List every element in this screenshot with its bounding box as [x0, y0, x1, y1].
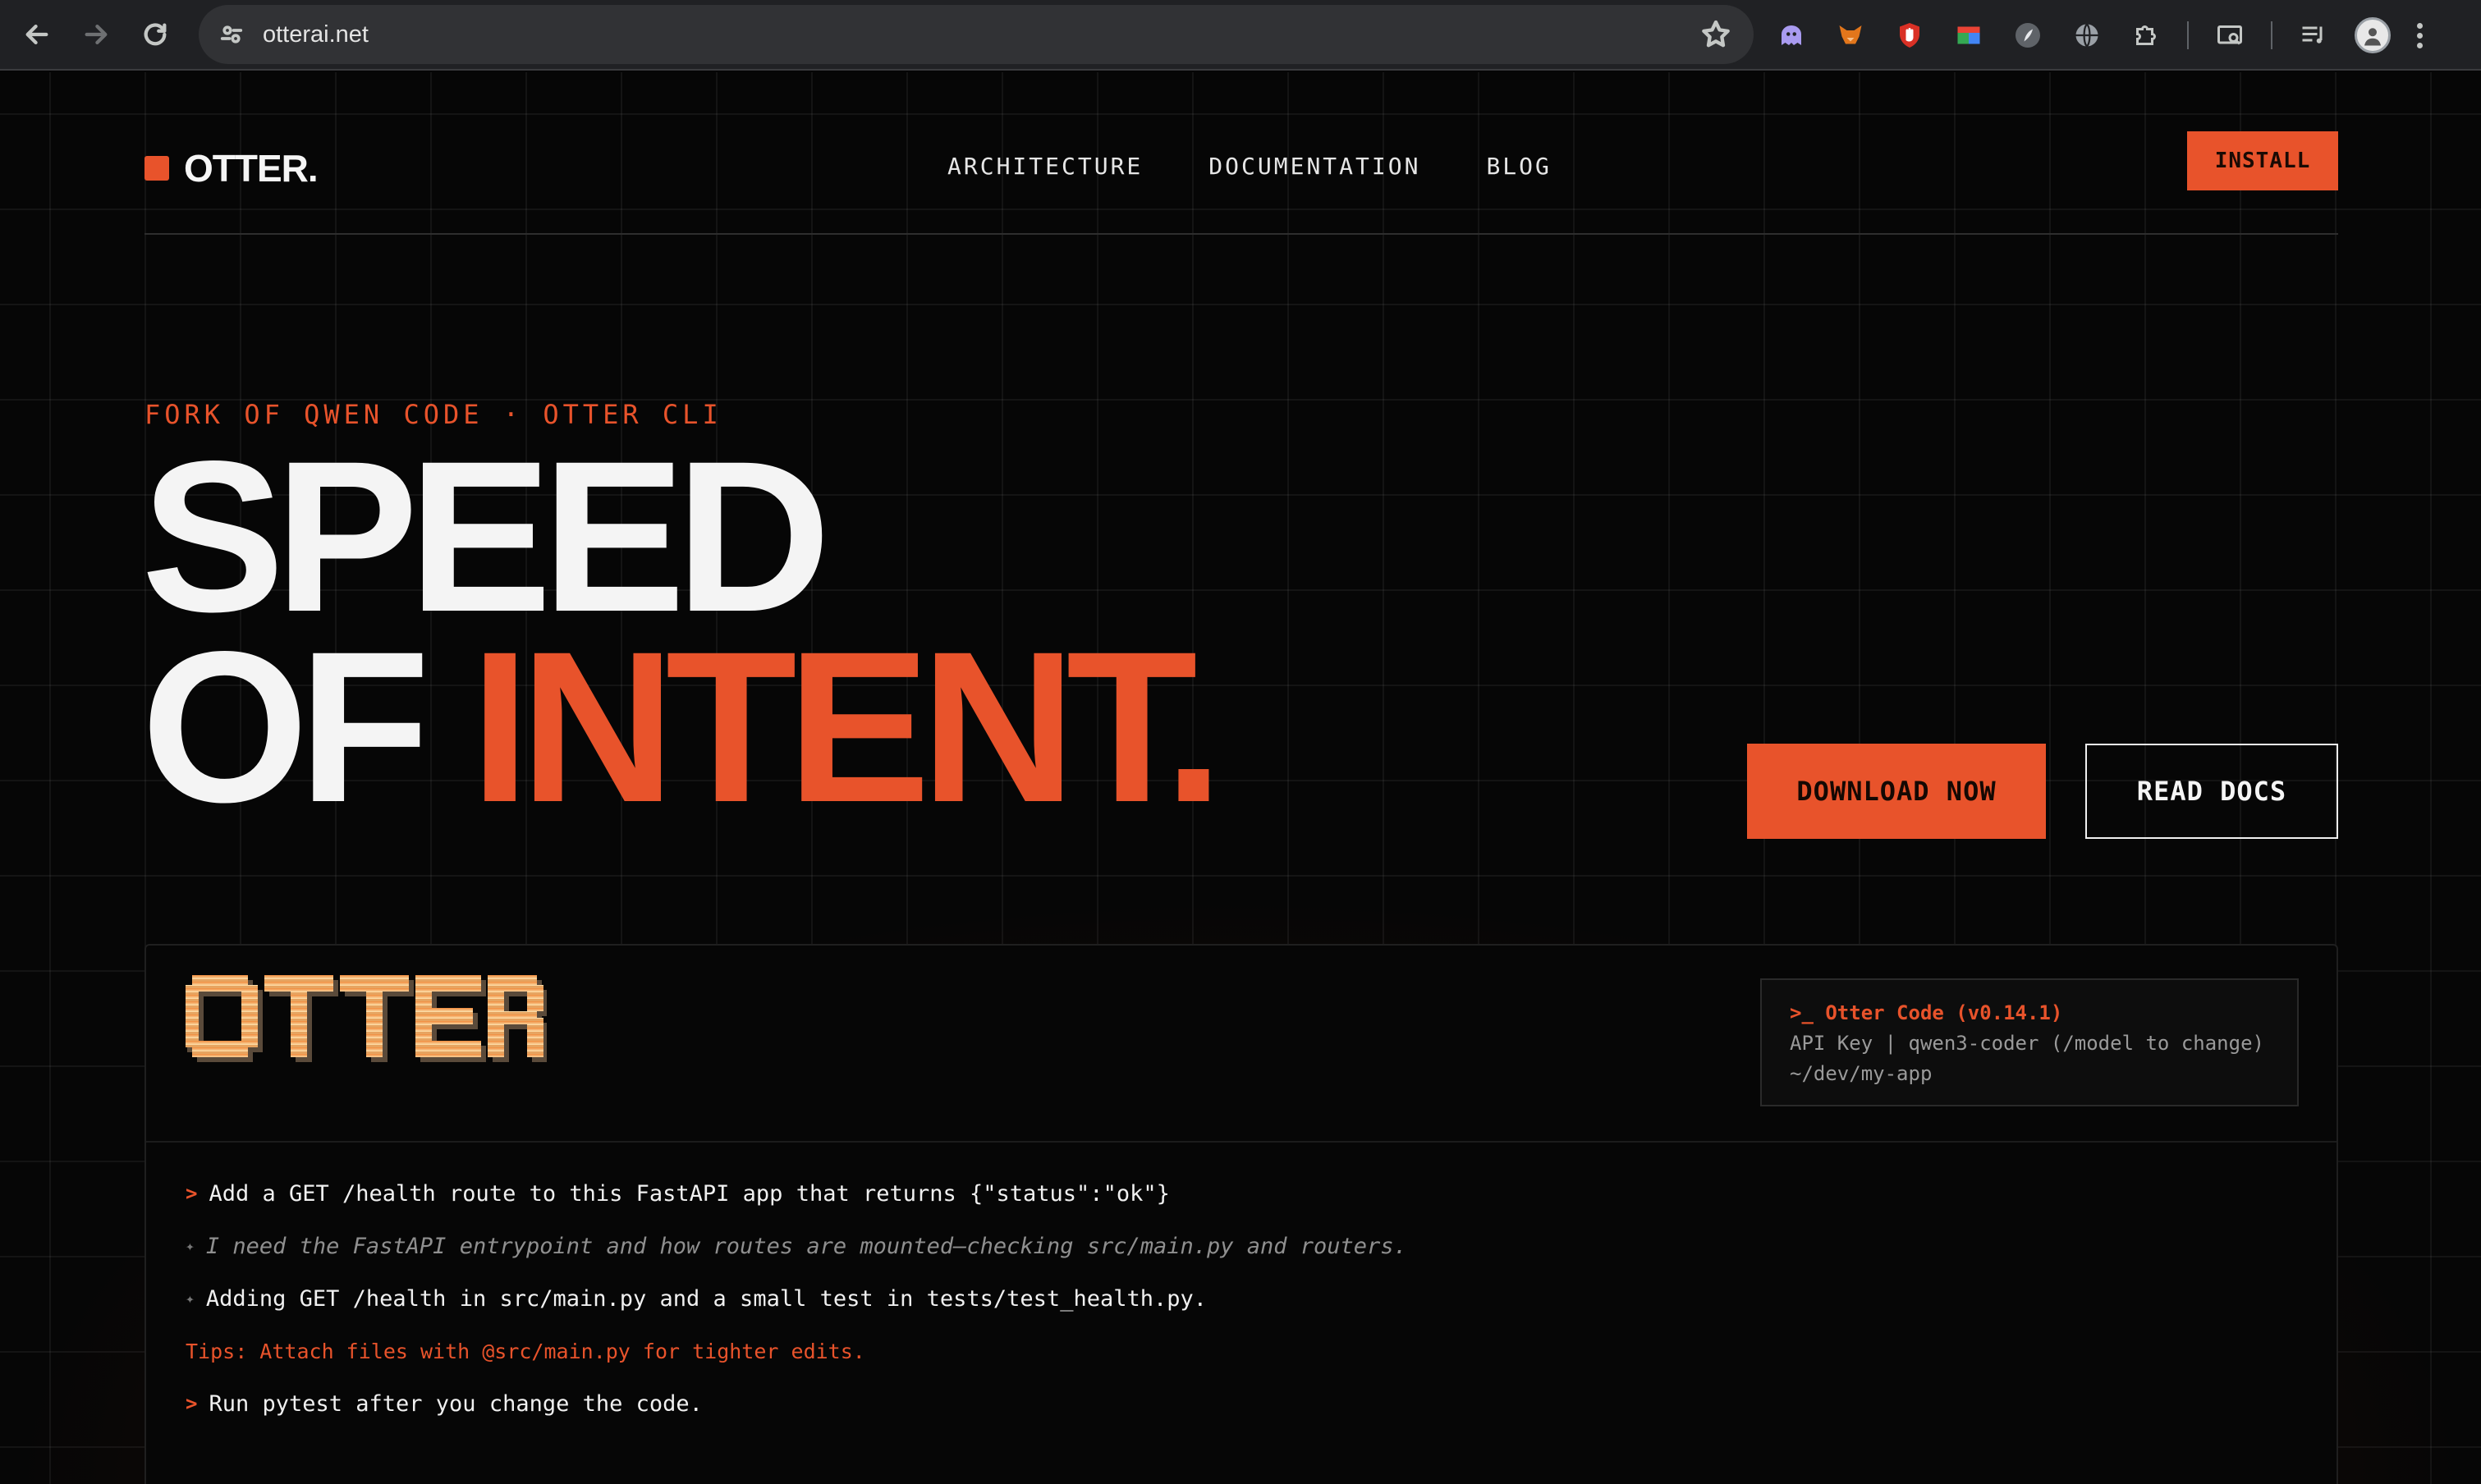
feather-extension[interactable] — [2010, 17, 2046, 53]
session-model: API Key | qwen3-coder (/model to change) — [1790, 1032, 2264, 1055]
read-docs-button[interactable]: READ DOCS — [2085, 744, 2338, 839]
arrow-left-icon — [25, 24, 48, 45]
thought-text: I need the FastAPI entrypoint and how ro… — [205, 1233, 1407, 1259]
puzzle-extension[interactable] — [2128, 17, 2164, 53]
reading-list-button[interactable] — [2295, 17, 2332, 53]
main-nav: ARCHITECTURE DOCUMENTATION BLOG — [947, 153, 1617, 180]
fox-extension[interactable] — [1832, 17, 1869, 53]
site-header: OTTER. ARCHITECTURE DOCUMENTATION BLOG I… — [144, 123, 2338, 235]
ghost-extension-icon — [1782, 25, 1801, 45]
cast-search-button[interactable] — [2212, 17, 2248, 53]
tip-text: Tips: Attach files with @src/main.py for… — [186, 1339, 865, 1363]
globe-extension-icon — [2075, 23, 2098, 48]
forward-button[interactable] — [74, 12, 118, 57]
puzzle-extension-icon — [2136, 25, 2156, 45]
answer-text: Adding GET /health in src/main.py and a … — [205, 1285, 1207, 1312]
nav-architecture[interactable]: ARCHITECTURE — [947, 153, 1143, 180]
session-path: ~/dev/my-app — [1790, 1062, 1933, 1085]
terminal-line-thought: ✦ I need the FastAPI entrypoint and how … — [186, 1220, 1407, 1272]
terminal-line-prompt: > Add a GET /health route to this FastAP… — [186, 1167, 1407, 1220]
menu-dot — [2416, 22, 2423, 29]
terminal-line-tip: Tips: Attach files with @src/main.py for… — [186, 1325, 1407, 1377]
arrow-right-icon — [85, 24, 108, 45]
shield-extension[interactable] — [1892, 17, 1928, 53]
browser-menu-button[interactable] — [2414, 17, 2425, 53]
reload-icon — [144, 23, 167, 46]
palette-extension[interactable] — [1951, 17, 1987, 53]
fox-extension-icon — [1839, 25, 1862, 44]
otter-pixel-logo-art — [182, 975, 548, 1062]
playlist-icon — [2302, 26, 2323, 44]
sparkle-icon: ✦ — [186, 1289, 195, 1308]
back-button[interactable] — [15, 12, 59, 57]
prompt-text: Run pytest after you change the code. — [209, 1390, 703, 1417]
tune-icon — [220, 25, 243, 44]
download-now-button[interactable]: DOWNLOAD NOW — [1747, 744, 2046, 839]
web-page: OTTER. ARCHITECTURE DOCUMENTATION BLOG I… — [0, 72, 2481, 1484]
site-info-button[interactable] — [212, 15, 251, 54]
terminal-header: >_ Otter Code (v0.14.1) API Key | qwen3-… — [146, 946, 2337, 1143]
shield-extension-icon — [1900, 23, 1919, 48]
logo-text: OTTER. — [184, 147, 319, 190]
hero-headline: SPEED OF INTENT. — [141, 429, 1223, 835]
person-icon — [2364, 28, 2381, 46]
nav-blog[interactable]: BLOG — [1486, 153, 1551, 180]
feather-extension-icon — [2016, 23, 2040, 48]
nav-documentation[interactable]: DOCUMENTATION — [1208, 153, 1420, 180]
address-bar[interactable]: otterai.net — [199, 5, 1754, 64]
prompt-marker: > — [186, 1182, 198, 1205]
terminal-transcript: > Add a GET /health route to this FastAP… — [186, 1167, 1407, 1430]
extensions-bar — [1773, 11, 2425, 59]
profile-avatar[interactable] — [2355, 17, 2391, 53]
terminal-line-answer: ✦ Adding GET /health in src/main.py and … — [186, 1272, 1407, 1325]
star-icon — [1702, 20, 1730, 48]
toolbar-divider — [2271, 21, 2272, 49]
session-info-box: >_ Otter Code (v0.14.1) API Key | qwen3-… — [1760, 978, 2299, 1106]
install-button[interactable]: INSTALL — [2187, 131, 2338, 190]
bookmark-button[interactable] — [1699, 18, 1732, 51]
globe-extension[interactable] — [2069, 17, 2105, 53]
browser-toolbar: otterai.net — [0, 0, 2481, 71]
search-page-icon — [2217, 25, 2242, 45]
prompt-marker: > — [186, 1392, 198, 1415]
terminal-line-prompt: > Run pytest after you change the code. — [186, 1377, 1407, 1430]
reload-button[interactable] — [133, 12, 177, 57]
headline-accent: INTENT. — [470, 607, 1224, 847]
headline-of: OF — [141, 607, 430, 847]
otter-pixel-logo — [182, 975, 548, 1071]
url-text[interactable]: otterai.net — [263, 21, 369, 48]
ghost-extension[interactable] — [1773, 17, 1809, 53]
terminal-preview: >_ Otter Code (v0.14.1) API Key | qwen3-… — [144, 944, 2338, 1484]
menu-dot — [2416, 32, 2423, 39]
sparkle-icon: ✦ — [186, 1237, 195, 1255]
site-logo[interactable]: OTTER. — [144, 146, 319, 190]
palette-extension-icon — [1957, 26, 1980, 44]
menu-dot — [2416, 42, 2423, 48]
prompt-text: Add a GET /health route to this FastAPI … — [209, 1180, 1170, 1207]
logo-square-icon — [144, 156, 169, 181]
session-title: >_ Otter Code (v0.14.1) — [1790, 1001, 2063, 1024]
toolbar-divider — [2187, 21, 2189, 49]
